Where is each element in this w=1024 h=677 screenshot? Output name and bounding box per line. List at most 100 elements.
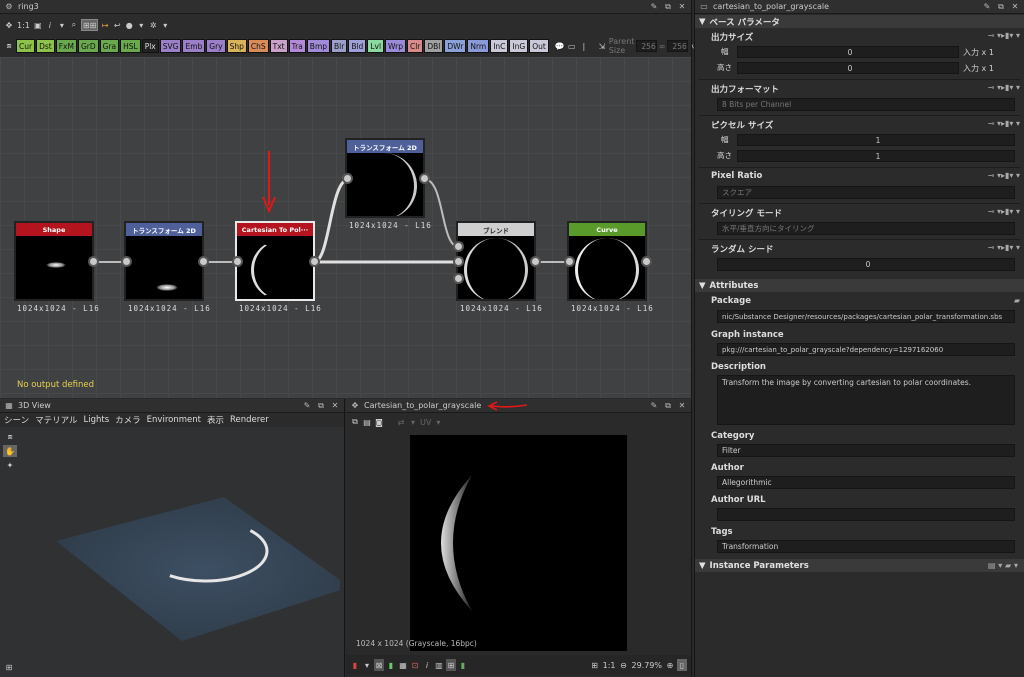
zoom-in-icon[interactable]: ⊕ — [665, 659, 675, 671]
close-icon[interactable]: ✕ — [677, 2, 687, 12]
input-port[interactable] — [121, 256, 132, 267]
color-icon[interactable]: ▮ — [386, 659, 396, 671]
gear-icon[interactable]: ✲ — [148, 19, 158, 31]
filter-button-out[interactable]: Out — [529, 39, 549, 53]
histogram-icon[interactable]: ▥ — [434, 659, 444, 671]
image-preview[interactable] — [410, 435, 627, 651]
filter-button-dwr[interactable]: DWr — [444, 39, 467, 53]
node-shape[interactable]: Shape — [14, 221, 94, 301]
param-controls[interactable]: ⊸ ▾▸▮▾ ▾ — [988, 207, 1020, 216]
filter-button-tra[interactable]: Tra — [288, 39, 306, 53]
comment-icon[interactable]: 💬 — [555, 40, 565, 52]
close-icon[interactable]: ✕ — [1010, 2, 1020, 12]
grid-toggle-icon[interactable]: ⊞⊞ — [80, 19, 99, 31]
output-port[interactable] — [309, 256, 320, 267]
tiling-mode-select[interactable]: 水平/垂直方向にタイリング — [717, 222, 1015, 235]
transform-icon[interactable]: ⇄ — [396, 416, 406, 428]
dropdown-icon[interactable]: ▾ — [160, 19, 170, 31]
input-port[interactable] — [453, 241, 464, 252]
param-controls[interactable]: ⊸ ▾▸▮▾ ▾ — [988, 31, 1020, 40]
output-port[interactable] — [88, 256, 99, 267]
float-icon[interactable]: ⧉ — [663, 401, 673, 411]
lock-icon[interactable]: ▯ — [677, 659, 687, 671]
filter-button-gry[interactable]: Gry — [206, 39, 226, 53]
dropdown-icon[interactable]: ▾ — [433, 416, 443, 428]
pin-icon[interactable]: ✎ — [649, 401, 659, 411]
filter-button-txt[interactable]: Txt — [269, 39, 288, 53]
grid-icon[interactable]: ▦ — [398, 659, 408, 671]
node-blend[interactable]: ブレンド — [456, 221, 536, 301]
param-controls[interactable]: ⊸ ▾▸▮▾ ▾ — [988, 171, 1020, 180]
output-port[interactable] — [198, 256, 209, 267]
filter-button-dst[interactable]: Dst — [36, 39, 55, 53]
menu-material[interactable]: マテリアル — [35, 414, 77, 426]
graph-instance-field[interactable]: pkg:///cartesian_to_polar_grayscale?depe… — [717, 343, 1015, 356]
category-field[interactable]: Filter — [717, 444, 1015, 457]
filter-button-bld[interactable]: Bld — [348, 39, 367, 53]
zoom-ratio-button[interactable]: 1:1 — [16, 19, 31, 31]
random-seed-slider[interactable]: 0 — [717, 258, 1015, 271]
param-controls[interactable]: ⊸ ▾▸▮▾ ▾ — [988, 119, 1020, 128]
dropdown-icon[interactable]: ▾ — [362, 659, 372, 671]
light-icon[interactable]: ✦ — [3, 459, 17, 471]
parent-size-height[interactable]: 256 — [667, 40, 688, 52]
filter-button-svg[interactable]: SVG — [159, 39, 182, 53]
package-field[interactable]: nic/Substance Designer/resources/package… — [717, 310, 1015, 323]
zoom-percent[interactable]: 29.79% — [630, 659, 663, 671]
filter-button-lvl[interactable]: Lvl — [367, 39, 385, 53]
save-icon[interactable]: ▤ — [362, 416, 372, 428]
parent-size-width[interactable]: 256 — [636, 40, 657, 52]
float-icon[interactable]: ⧉ — [663, 2, 673, 12]
node-cartesian-to-polar[interactable]: Cartesian To Pol··· — [235, 221, 315, 301]
filter-button-fxm[interactable]: FxM — [55, 39, 77, 53]
parent-size-icon[interactable]: ⇲ — [597, 40, 607, 52]
float-icon[interactable]: ⧉ — [996, 2, 1006, 12]
bomb-icon[interactable]: ● — [124, 19, 134, 31]
filter-button-grd[interactable]: GrD — [77, 39, 99, 53]
palette-icon[interactable]: ▮ — [458, 659, 468, 671]
output-port[interactable] — [530, 256, 541, 267]
menu-display[interactable]: 表示 — [207, 414, 224, 426]
frame-icon[interactable]: ▭ — [567, 40, 577, 52]
pixel-width-slider[interactable]: 1 — [737, 134, 1015, 146]
menu-lights[interactable]: Lights — [84, 415, 110, 425]
section-base-params[interactable]: ▼ ベース パラメータ — [695, 15, 1024, 28]
filter-button-ing[interactable]: InG — [509, 39, 529, 53]
frame-icon[interactable]: ⧈ — [3, 431, 17, 443]
param-controls[interactable]: ⊸ ▾▸▮▾ ▾ — [988, 83, 1020, 92]
input-port[interactable] — [342, 173, 353, 184]
close-icon[interactable]: ✕ — [677, 401, 687, 411]
input-port[interactable] — [453, 273, 464, 284]
filter-button-nrm[interactable]: Nrm — [467, 39, 490, 53]
filter-button-chs[interactable]: ChS — [247, 39, 269, 53]
pin-node-icon[interactable]: ❘ — [579, 40, 589, 52]
fit-icon[interactable]: ⊞ — [590, 659, 600, 671]
filter-button-blr[interactable]: Blr — [331, 39, 348, 53]
menu-environment[interactable]: Environment — [147, 415, 201, 425]
checker-icon[interactable]: ⊠ — [374, 659, 384, 671]
pixel-ratio-select[interactable]: スクエア — [717, 186, 1015, 199]
dropdown-icon[interactable]: ▾ — [57, 19, 67, 31]
info-icon[interactable]: i — [45, 19, 55, 31]
output-port[interactable] — [641, 256, 652, 267]
filter-button-clr[interactable]: Clr — [406, 39, 424, 53]
preset-icon[interactable]: ▤ ▾ ▰ ▾ — [988, 561, 1024, 570]
pin-icon[interactable]: ✎ — [649, 2, 659, 12]
close-icon[interactable]: ✕ — [330, 401, 340, 411]
filter-button-hsl[interactable]: HSL — [120, 39, 141, 53]
float-icon[interactable]: ⧉ — [316, 401, 326, 411]
filter-button-cur[interactable]: Cur — [16, 39, 36, 53]
author-field[interactable]: Allegorithmic — [717, 476, 1015, 489]
filter-button-bmp[interactable]: Bmp — [306, 39, 331, 53]
zoom-ratio-button[interactable]: 1:1 — [602, 659, 617, 671]
link-chain-icon[interactable]: ∞ — [659, 42, 666, 51]
author-url-field[interactable] — [717, 508, 1015, 521]
output-port[interactable] — [419, 173, 430, 184]
filter-button-wrp[interactable]: Wrp — [385, 39, 406, 53]
rotate-icon[interactable]: ✋ — [3, 445, 17, 457]
menu-renderer[interactable]: Renderer — [230, 415, 269, 425]
frame-icon[interactable]: ▣ — [33, 19, 43, 31]
pin-icon[interactable]: ✎ — [302, 401, 312, 411]
toggle-icon[interactable]: ⊞ — [446, 659, 456, 671]
uv-label[interactable]: UV — [420, 418, 431, 427]
